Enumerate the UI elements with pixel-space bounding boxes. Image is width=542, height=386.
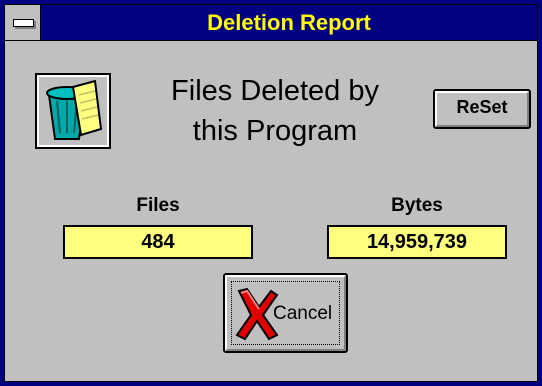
window-client-area: Deletion Report Files Deleted by this Pr… — [4, 4, 538, 382]
deletion-report-window: Deletion Report Files Deleted by this Pr… — [0, 0, 542, 386]
files-count-field: 484 — [63, 225, 253, 259]
window-title: Deletion Report — [207, 10, 371, 35]
cancel-button[interactable]: Cancel — [223, 273, 348, 353]
system-menu-icon[interactable] — [5, 5, 41, 40]
reset-button-label: ReSet — [456, 97, 508, 117]
bytes-label: Bytes — [391, 195, 443, 216]
reset-button[interactable]: ReSet — [433, 89, 531, 129]
trash-can-icon — [35, 73, 111, 149]
files-label: Files — [136, 195, 180, 216]
heading-line-2: this Program — [192, 115, 358, 147]
heading-line-1: Files Deleted by — [171, 75, 379, 107]
report-heading: Files Deleted by this Program — [125, 71, 425, 151]
bytes-count-field: 14,959,739 — [327, 225, 507, 259]
title-bar[interactable]: Deletion Report — [5, 5, 537, 41]
cancel-button-label: Cancel — [273, 303, 333, 324]
